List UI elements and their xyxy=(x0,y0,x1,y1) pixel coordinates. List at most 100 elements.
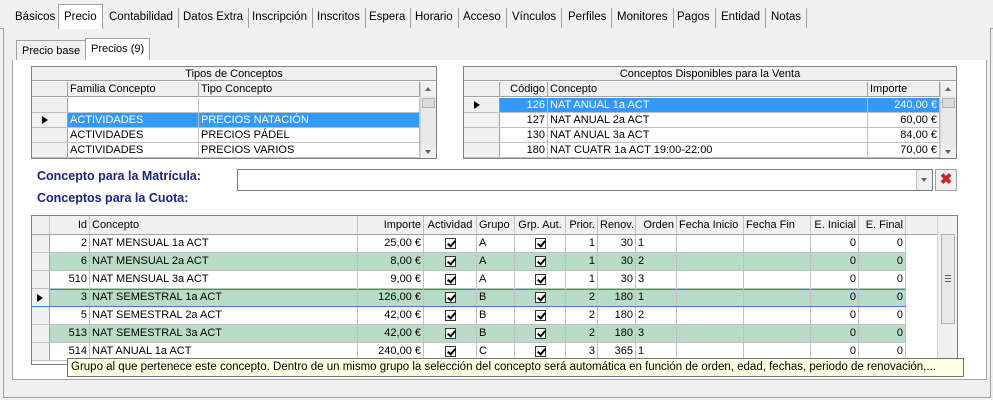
tipos-scrollbar[interactable] xyxy=(420,82,436,158)
table-row[interactable]: 5 NAT SEMESTRAL 2a ACT 42,00 € B 2 180 2… xyxy=(32,307,906,325)
tab-label: Acceso xyxy=(463,11,501,23)
tab-basicos[interactable]: Básicos xyxy=(10,8,62,28)
table-row[interactable]: 6 NAT MENSUAL 2a ACT 8,00 € A 1 30 2 0 0 xyxy=(32,253,906,271)
grp-aut-checkbox[interactable] xyxy=(534,255,546,267)
disponibles-header: Código Concepto Importe xyxy=(464,82,940,97)
tab-precio[interactable]: Precio xyxy=(58,4,103,29)
tab-label: Vínculos xyxy=(512,11,557,23)
col-fecha-inicio[interactable]: Fecha Inicio xyxy=(677,216,744,234)
cuota-scrollbar[interactable] xyxy=(937,216,957,364)
tab-perfiles[interactable]: Perfiles xyxy=(563,8,613,28)
arrow-up-icon xyxy=(425,87,431,91)
cuota-concepts-grid[interactable]: Id Concepto Importe Actividad Grupo Grp.… xyxy=(31,215,958,365)
tab-label: Monitores xyxy=(617,11,668,23)
table-row[interactable]: 127 NAT ANUAL 2a ACT 60,00 € xyxy=(464,113,940,128)
table-row[interactable]: ACTIVIDADES PRECIOS VARIOS xyxy=(32,143,420,158)
scroll-thumb[interactable] xyxy=(422,98,435,108)
dropdown-button[interactable] xyxy=(916,170,932,190)
tab-horario[interactable]: Horario xyxy=(410,8,459,28)
col-concepto[interactable]: Concepto xyxy=(548,82,868,96)
col-concepto[interactable]: Concepto xyxy=(90,216,358,234)
col-codigo[interactable]: Código xyxy=(500,82,548,96)
tab-inscritos[interactable]: Inscritos xyxy=(312,8,366,28)
clear-matricula-button[interactable]: ✖ xyxy=(935,169,957,191)
tab-acceso[interactable]: Acceso xyxy=(458,8,507,28)
col-importe[interactable]: Importe xyxy=(868,82,940,96)
table-row-current[interactable]: 3 NAT SEMESTRAL 1a ACT 126,00 € B 2 180 … xyxy=(32,289,906,307)
actividad-checkbox[interactable] xyxy=(444,345,456,357)
scroll-thumb[interactable] xyxy=(942,98,955,108)
tab-contabilidad[interactable]: Contabilidad xyxy=(104,8,179,28)
subtab-precios[interactable]: Precios (9) xyxy=(85,38,151,60)
arrow-down-icon xyxy=(425,150,431,154)
main-tab-strip: Básicos Precio Contabilidad Datos Extra … xyxy=(0,0,993,30)
actividad-checkbox[interactable] xyxy=(444,273,456,285)
col-importe[interactable]: Importe xyxy=(358,216,424,234)
scroll-up-button[interactable] xyxy=(421,82,436,96)
col-id[interactable]: Id xyxy=(50,216,90,234)
table-row[interactable] xyxy=(32,98,420,113)
table-row[interactable]: 180 NAT CUATR 1a ACT 19:00-22:00 70,00 € xyxy=(464,143,940,158)
arrow-up-icon xyxy=(945,87,951,91)
tab-inscripcion[interactable]: Inscripción xyxy=(247,8,313,28)
col-e-final[interactable]: E. Final xyxy=(859,216,906,234)
col-e-inicial[interactable]: E. Inicial xyxy=(811,216,859,234)
tab-espera[interactable]: Espera xyxy=(364,8,412,28)
col-fecha-fin[interactable]: Fecha Fin xyxy=(744,216,811,234)
tab-pagos[interactable]: Pagos xyxy=(672,8,716,28)
table-row[interactable]: ACTIVIDADES PRECIOS PÁDEL xyxy=(32,128,420,143)
scroll-thumb[interactable] xyxy=(941,234,955,324)
matricula-concept-select[interactable] xyxy=(237,169,933,191)
tipos-header: Familia Concepto Tipo Concepto xyxy=(32,82,420,97)
tab-label: Inscripción xyxy=(252,11,307,23)
row-pointer-icon xyxy=(474,101,480,109)
col-prior[interactable]: Prior. xyxy=(566,216,598,234)
tab-label: Datos Extra xyxy=(183,11,244,23)
grp-aut-checkbox[interactable] xyxy=(534,345,546,357)
table-row[interactable]: 2 NAT MENSUAL 1a ACT 25,00 € A 1 30 1 0 … xyxy=(32,235,906,253)
col-actividad[interactable]: Actividad xyxy=(424,216,477,234)
subtab-label: Precios (9) xyxy=(91,43,145,55)
grp-aut-checkbox[interactable] xyxy=(534,327,546,339)
tab-label: Perfiles xyxy=(568,11,607,23)
tipos-conceptos-grid[interactable]: Tipos de Conceptos Familia Concepto Tipo… xyxy=(31,66,437,159)
col-renov[interactable]: Renov. xyxy=(598,216,636,234)
col-tipo-concepto[interactable]: Tipo Concepto xyxy=(199,82,420,96)
subtab-precio-base[interactable]: Precio base xyxy=(16,40,87,60)
grp-aut-checkbox[interactable] xyxy=(534,237,546,249)
table-row-selected[interactable]: 126 NAT ANUAL 1a ACT 240,00 € xyxy=(464,98,940,113)
grp-aut-checkbox[interactable] xyxy=(534,273,546,285)
matricula-label: Concepto para la Matrícula: xyxy=(37,169,201,183)
tab-monitores[interactable]: Monitores xyxy=(612,8,674,28)
conceptos-disponibles-grid[interactable]: Conceptos Disponibles para la Venta Códi… xyxy=(463,66,957,159)
table-row[interactable]: 510 NAT MENSUAL 3a ACT 9,00 € A 1 30 3 0… xyxy=(32,271,906,289)
disponibles-scrollbar[interactable] xyxy=(940,82,956,158)
actividad-checkbox[interactable] xyxy=(444,237,456,249)
tab-datos-extra[interactable]: Datos Extra xyxy=(178,8,250,28)
table-row[interactable]: 130 NAT ANUAL 3a ACT 84,00 € xyxy=(464,128,940,143)
table-row-selected[interactable]: ACTIVIDADES PRECIOS NATACIÓN xyxy=(32,113,420,128)
tab-notas[interactable]: Notas xyxy=(766,8,808,28)
actividad-checkbox[interactable] xyxy=(444,309,456,321)
tipos-title: Tipos de Conceptos xyxy=(32,67,436,81)
grp-aut-checkbox[interactable] xyxy=(534,291,546,303)
tab-label: Espera xyxy=(369,11,406,23)
cuota-label: Conceptos para la Cuota: xyxy=(37,191,189,205)
scroll-up-button[interactable] xyxy=(941,82,956,96)
actividad-checkbox[interactable] xyxy=(444,291,456,303)
actividad-checkbox[interactable] xyxy=(444,327,456,339)
col-familia-concepto[interactable]: Familia Concepto xyxy=(68,82,199,96)
tab-vinculos[interactable]: Vínculos xyxy=(507,8,563,28)
col-grupo[interactable]: Grupo xyxy=(477,216,515,234)
col-grp-aut[interactable]: Grp. Aut. xyxy=(515,216,566,234)
grp-aut-checkbox[interactable] xyxy=(534,309,546,321)
tab-entidad[interactable]: Entidad xyxy=(716,8,767,28)
arrow-down-icon xyxy=(945,150,951,154)
tab-label: Inscritos xyxy=(317,11,360,23)
scroll-down-button[interactable] xyxy=(421,145,436,158)
table-row[interactable]: 513 NAT SEMESTRAL 3a ACT 42,00 € B 2 180… xyxy=(32,325,906,343)
scroll-down-button[interactable] xyxy=(941,145,956,158)
col-orden[interactable]: Orden xyxy=(636,216,677,234)
close-icon: ✖ xyxy=(939,171,953,188)
actividad-checkbox[interactable] xyxy=(444,255,456,267)
